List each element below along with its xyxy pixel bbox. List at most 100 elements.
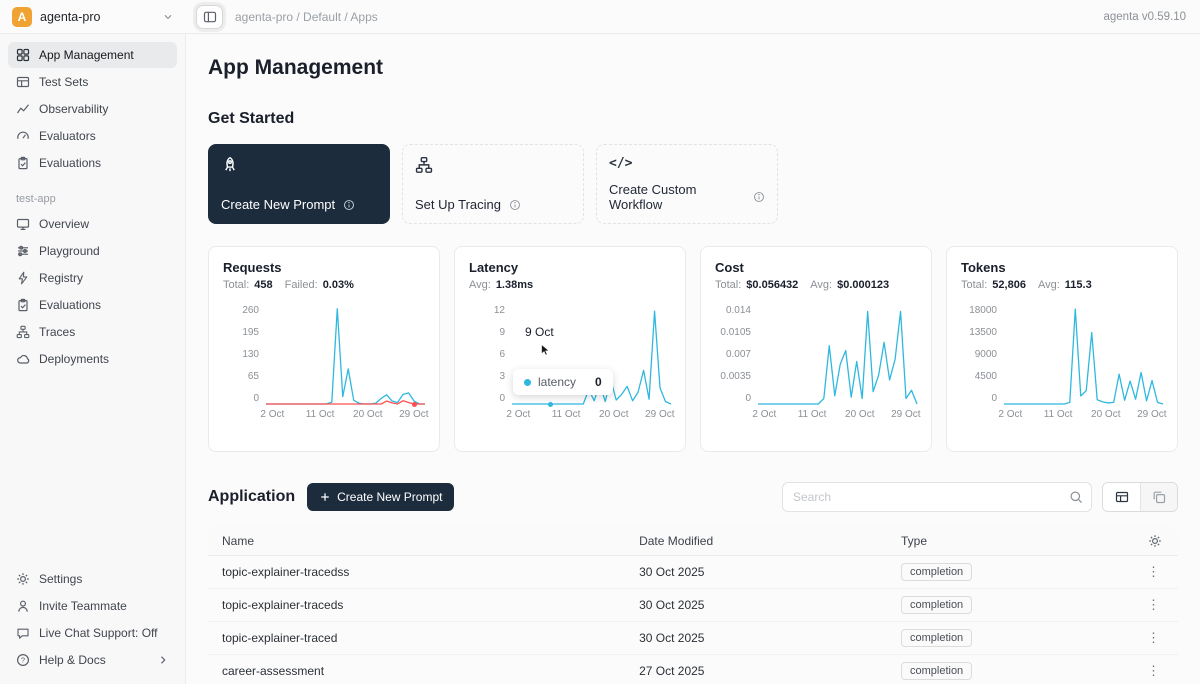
person-icon — [16, 599, 30, 613]
row-menu-button[interactable]: ⋮ — [1147, 597, 1178, 613]
latency-chart: 129630 2 Oct11 Oct20 Oct29 Oct — [469, 305, 671, 421]
tooltip-date: 9 Oct — [525, 325, 554, 339]
chart-plot[interactable] — [758, 305, 917, 405]
create-new-prompt-button[interactable]: Create New Prompt — [307, 483, 454, 511]
sidebar-item-test-sets[interactable]: Test Sets — [8, 69, 177, 95]
sidebar-item-label: Help & Docs — [39, 653, 106, 667]
sidebar-item-app-evaluations[interactable]: Evaluations — [8, 292, 177, 318]
column-header-name[interactable]: Name — [208, 534, 625, 548]
view-toggle — [1102, 482, 1178, 512]
chart-plot[interactable] — [1004, 305, 1163, 405]
sidebar-item-invite-teammate[interactable]: Invite Teammate — [8, 593, 177, 619]
sidebar-item-settings[interactable]: Settings — [8, 566, 177, 592]
card-view-button[interactable] — [1140, 483, 1177, 511]
sidebar-item-help-docs[interactable]: Help & Docs — [8, 647, 177, 673]
card-label: Create New Prompt — [221, 197, 335, 212]
gauge-icon — [16, 129, 30, 143]
row-menu-button[interactable]: ⋮ — [1147, 564, 1178, 580]
gear-icon — [16, 572, 30, 586]
chart-icon — [16, 102, 30, 116]
stat-title: Tokens — [961, 260, 1163, 275]
sidebar-item-label: Traces — [39, 325, 75, 339]
sidebar-item-label: Evaluations — [39, 156, 101, 170]
sidebar-item-label: Registry — [39, 271, 83, 285]
workspace-switcher[interactable]: A agenta-pro — [0, 0, 186, 33]
create-custom-workflow-card[interactable]: </> Create Custom Workflow — [596, 144, 778, 224]
clipboard-icon — [16, 156, 30, 170]
table-view-button[interactable] — [1103, 483, 1140, 511]
breadcrumb[interactable]: agenta-pro / Default / Apps — [235, 10, 378, 24]
table-icon — [16, 75, 30, 89]
plus-icon — [319, 491, 331, 503]
type-badge: completion — [901, 596, 972, 614]
search-input[interactable] — [782, 482, 1092, 512]
tokens-chart: 1800013500900045000 2 Oct11 Oct20 Oct29 … — [961, 305, 1163, 421]
chart-plot[interactable] — [266, 305, 425, 405]
row-menu-button[interactable]: ⋮ — [1147, 630, 1178, 646]
app-date-modified: 30 Oct 2025 — [625, 631, 887, 645]
axis-corner — [715, 405, 751, 421]
card-label: Set Up Tracing — [415, 197, 501, 212]
sidebar-item-overview[interactable]: Overview — [8, 211, 177, 237]
x-axis-labels: 2 Oct11 Oct20 Oct29 Oct — [512, 405, 671, 421]
help-icon — [16, 653, 30, 667]
sidebar-item-playground[interactable]: Playground — [8, 238, 177, 264]
table-row[interactable]: topic-explainer-traced 30 Oct 2025 compl… — [208, 622, 1178, 655]
tooltip-value: 0 — [595, 375, 602, 389]
table-row[interactable]: topic-explainer-traceds 30 Oct 2025 comp… — [208, 589, 1178, 622]
sidebar-item-label: Deployments — [39, 352, 109, 366]
x-axis-labels: 2 Oct11 Oct20 Oct29 Oct — [758, 405, 917, 421]
sidebar-item-traces[interactable]: Traces — [8, 319, 177, 345]
row-menu-button[interactable]: ⋮ — [1147, 663, 1178, 679]
clipboard-icon — [16, 298, 30, 312]
sidebar-item-live-chat-support[interactable]: Live Chat Support: Off — [8, 620, 177, 646]
sidebar-section-label: test-app — [16, 193, 177, 205]
x-axis-labels: 2 Oct11 Oct20 Oct29 Oct — [266, 405, 425, 421]
table-header: Name Date Modified Type — [208, 526, 1178, 556]
search-button[interactable] — [1061, 483, 1091, 511]
sidebar-item-label: Live Chat Support: Off — [39, 626, 158, 640]
applications-table: Name Date Modified Type topic-explainer-… — [208, 526, 1178, 684]
set-up-tracing-card[interactable]: Set Up Tracing — [402, 144, 584, 224]
table-settings[interactable] — [1130, 534, 1178, 548]
tree-icon — [16, 325, 30, 339]
sidebar-item-label: Observability — [39, 102, 108, 116]
application-heading: Application — [208, 488, 295, 506]
main-content: App Management Get Started Create New Pr… — [186, 34, 1200, 684]
info-icon[interactable] — [509, 199, 521, 211]
sidebar-item-label: Invite Teammate — [39, 599, 127, 613]
table-row[interactable]: topic-explainer-tracedss 30 Oct 2025 com… — [208, 556, 1178, 589]
table-view-icon — [1115, 490, 1129, 504]
sidebar-item-evaluations[interactable]: Evaluations — [8, 150, 177, 176]
info-icon[interactable] — [343, 199, 355, 211]
sidebar-item-evaluators[interactable]: Evaluators — [8, 123, 177, 149]
app-version: agenta v0.59.10 — [1104, 11, 1200, 23]
sidebar-item-label: App Management — [39, 48, 134, 62]
table-row[interactable]: career-assessment 27 Oct 2025 completion… — [208, 655, 1178, 684]
chevron-right-icon — [157, 654, 169, 666]
info-icon[interactable] — [753, 191, 765, 203]
stat-title: Cost — [715, 260, 917, 275]
sidebar-item-deployments[interactable]: Deployments — [8, 346, 177, 372]
sidebar-item-registry[interactable]: Registry — [8, 265, 177, 291]
sidebar-collapse-button[interactable] — [196, 5, 223, 29]
sidebar-item-app-management[interactable]: App Management — [8, 42, 177, 68]
stats-row: Requests Total:458 Failed:0.03% 26019513… — [208, 246, 1178, 452]
app-name: topic-explainer-tracedss — [208, 565, 625, 579]
card-view-icon — [1152, 490, 1166, 504]
create-new-prompt-card[interactable]: Create New Prompt — [208, 144, 390, 224]
chevron-down-icon — [162, 11, 174, 23]
sidebar-item-observability[interactable]: Observability — [8, 96, 177, 122]
app-name: topic-explainer-traceds — [208, 598, 625, 612]
sidebar-item-label: Test Sets — [39, 75, 88, 89]
y-axis-labels: 260195130650 — [223, 305, 259, 405]
search-box — [782, 482, 1092, 512]
requests-stat-card: Requests Total:458 Failed:0.03% 26019513… — [208, 246, 440, 452]
x-axis-labels: 2 Oct11 Oct20 Oct29 Oct — [1004, 405, 1163, 421]
cloud-icon — [16, 352, 30, 366]
stat-title: Latency — [469, 260, 671, 275]
column-header-date-modified[interactable]: Date Modified — [625, 534, 887, 548]
cost-chart: 0.0140.01050.0070.00350 2 Oct11 Oct20 Oc… — [715, 305, 917, 421]
column-header-type[interactable]: Type — [887, 534, 1130, 548]
axis-corner — [469, 405, 505, 421]
